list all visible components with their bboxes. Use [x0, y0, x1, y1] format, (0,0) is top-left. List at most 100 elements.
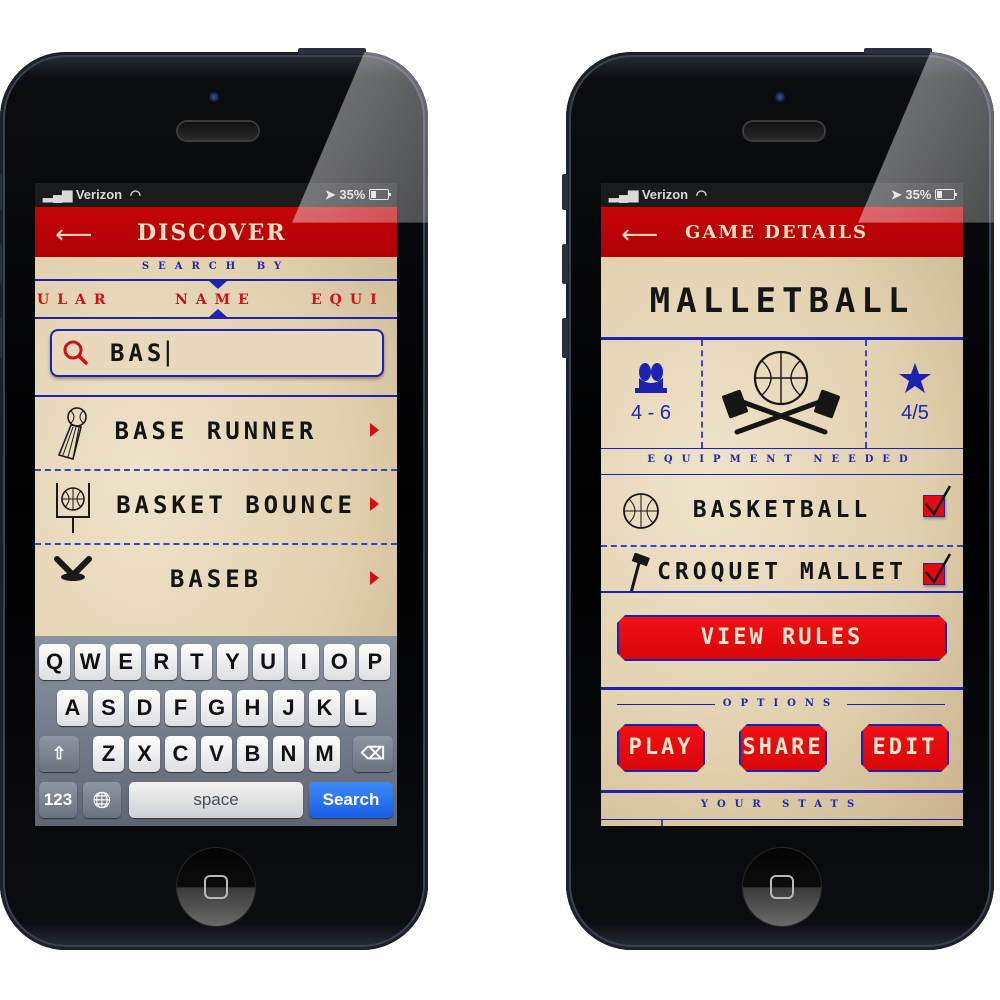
list-item-label: BASEB — [169, 565, 263, 593]
earpiece-speaker — [744, 122, 824, 140]
key-n[interactable]: N — [273, 736, 304, 772]
key-q[interactable]: Q — [39, 644, 70, 680]
carrier-label: Verizon — [75, 187, 123, 202]
keyboard-bottom-row: 123 🌐 space Search — [35, 782, 397, 826]
equipment-header: EQUIPMENT NEEDED — [647, 454, 917, 465]
carrier-label: Verizon — [641, 187, 689, 202]
key-f[interactable]: F — [165, 690, 196, 726]
globe-key[interactable]: 🌐 — [83, 782, 121, 818]
wifi-icon: ◠ — [695, 187, 708, 202]
tab-equipment[interactable]: EQUI — [311, 292, 385, 308]
key-v[interactable]: V — [201, 736, 232, 772]
equipment-label: BASKETBALL — [692, 497, 872, 523]
mute-switch — [562, 174, 568, 210]
search-icon — [63, 340, 88, 365]
list-item[interactable]: BASEB — [35, 545, 397, 617]
numbers-key[interactable]: 123 — [39, 782, 77, 818]
checkbox-checked[interactable] — [923, 553, 952, 585]
backspace-key[interactable]: ⌫ — [353, 736, 393, 772]
text-cursor: | — [160, 337, 180, 367]
home-button[interactable] — [177, 848, 255, 926]
stats-section — [601, 820, 963, 826]
key-w[interactable]: W — [74, 644, 106, 680]
chevron-right-icon — [370, 423, 379, 437]
battery-percent: 35% — [339, 187, 366, 202]
share-button[interactable]: SHARE — [739, 724, 827, 772]
key-y[interactable]: Y — [217, 644, 248, 680]
view-rules-button[interactable]: VIEW RULES — [617, 615, 947, 661]
battery-icon — [369, 189, 391, 200]
equipment-item[interactable]: CROQUET MALLET — [601, 547, 963, 591]
key-u[interactable]: U — [252, 644, 284, 680]
key-g[interactable]: G — [201, 690, 232, 726]
key-p[interactable]: P — [359, 644, 391, 680]
key-m[interactable]: M — [309, 736, 340, 772]
players-value: 4 - 6 — [630, 402, 672, 424]
key-a[interactable]: A — [57, 690, 88, 726]
chevron-right-icon — [370, 571, 379, 585]
wifi-icon: ◠ — [129, 187, 142, 202]
page-title: GAME DETAILS — [685, 222, 869, 243]
list-item[interactable]: BASE RUNNER — [35, 397, 397, 469]
game-info-panel: 4 - 6 4/5 — [601, 340, 963, 448]
game-title: MALLETBALL — [649, 281, 915, 321]
key-l[interactable]: L — [345, 690, 376, 726]
mute-switch — [0, 174, 2, 210]
game-details-screen: ▂▄▆ Verizon ◠ ➤ 35% ⟵ GAME DETAILS MALLE… — [601, 183, 963, 826]
key-k[interactable]: K — [309, 690, 340, 726]
search-type-tabs: ULAR NAME EQUI — [35, 281, 397, 317]
list-item[interactable]: BASKET BOUNCE — [35, 471, 397, 543]
shift-icon: ⇧ — [51, 744, 67, 763]
key-h[interactable]: H — [237, 690, 268, 726]
list-item-label: BASE RUNNER — [114, 417, 318, 445]
key-b[interactable]: B — [237, 736, 268, 772]
search-key[interactable]: Search — [309, 782, 393, 818]
back-arrow-icon[interactable]: ⟵ — [55, 222, 92, 248]
shift-key[interactable]: ⇧ — [39, 736, 79, 772]
edit-button[interactable]: EDIT — [861, 724, 949, 772]
players-icon — [635, 363, 667, 393]
space-key[interactable]: space — [129, 782, 303, 818]
basketball-crossed-mallets-icon — [722, 350, 840, 435]
list-item-label: BASKET BOUNCE — [116, 491, 356, 519]
key-x[interactable]: X — [129, 736, 160, 772]
search-input[interactable]: BAS | — [50, 329, 384, 377]
status-bar: ▂▄▆ Verizon ◠ ➤ 35% — [35, 183, 397, 207]
key-d[interactable]: D — [129, 690, 160, 726]
equipment-item[interactable]: BASKETBALL — [601, 475, 963, 545]
home-square-icon — [204, 875, 228, 899]
key-s[interactable]: S — [93, 690, 124, 726]
key-e[interactable]: E — [110, 644, 142, 680]
selected-indicator-top — [209, 281, 227, 289]
key-t[interactable]: T — [181, 644, 213, 680]
key-o[interactable]: O — [323, 644, 355, 680]
backspace-icon: ⌫ — [360, 744, 386, 763]
details-content: MALLETBALL 4 - 6 4/5 EQUIPMENT NEEDED BA… — [601, 257, 963, 826]
key-j[interactable]: J — [273, 690, 304, 726]
rating-stat: 4/5 — [893, 362, 937, 425]
back-arrow-icon[interactable]: ⟵ — [621, 222, 658, 248]
key-i[interactable]: I — [288, 644, 320, 680]
players-stat: 4 - 6 — [629, 362, 673, 425]
phone-left: ▂▄▆ Verizon ◠ ➤ 35% ⟵ DISCOVER SEA R C H B Y… — [0, 48, 428, 950]
key-c[interactable]: C — [165, 736, 196, 772]
tab-popular[interactable]: ULAR — [37, 292, 114, 308]
divider — [865, 340, 867, 448]
options-header: OPTIONS — [722, 698, 840, 709]
signal-bars-icon: ▂▄▆ — [43, 187, 73, 202]
battery-icon — [935, 189, 957, 200]
checkbox-checked[interactable] — [923, 485, 952, 517]
search-value: BAS — [110, 339, 166, 367]
selected-indicator-bottom — [209, 309, 227, 317]
key-r[interactable]: R — [145, 644, 177, 680]
equipment-label: CROQUET MALLET — [657, 559, 907, 585]
keyboard: QWERTYUIOP ASDFGHJKL ⇧ ⌫ ZXCVBNM 123 🌐 spa… — [35, 636, 397, 826]
play-button[interactable]: PLAY — [617, 724, 705, 772]
home-button[interactable] — [743, 848, 821, 926]
tab-name[interactable]: NAME — [175, 292, 257, 308]
page-title: DISCOVER — [137, 220, 287, 246]
key-z[interactable]: Z — [93, 736, 124, 772]
power-button — [864, 48, 932, 54]
discover-screen: ▂▄▆ Verizon ◠ ➤ 35% ⟵ DISCOVER SEA R C H B Y… — [35, 183, 397, 826]
home-square-icon — [770, 875, 794, 899]
